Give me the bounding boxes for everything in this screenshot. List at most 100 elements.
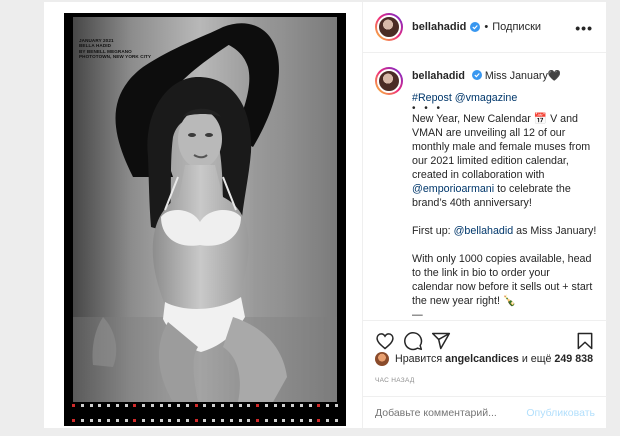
verified-badge-icon	[471, 70, 482, 80]
caption-line: monthly male and female muses from	[412, 141, 591, 153]
likes-middle: и ещё	[521, 353, 552, 365]
calendar-day-tick	[72, 419, 75, 422]
caption-line: VMAN are unveiling all 12 of our	[412, 127, 566, 139]
heart-icon[interactable]	[375, 331, 395, 351]
share-icon[interactable]	[431, 331, 451, 351]
caption-line: to the link in bio to order your	[412, 267, 550, 279]
mention-emporioarmani[interactable]: @emporioarmani	[412, 183, 494, 195]
comment-icon[interactable]	[403, 331, 423, 351]
calendar-day-tick	[308, 419, 312, 422]
calendar-day-tick	[80, 404, 84, 407]
bookmark-icon[interactable]	[575, 331, 595, 351]
calendar-day-tick	[115, 419, 119, 422]
caption-line: our 2021 limited edition calendar,	[412, 155, 569, 167]
caption-line: calendar now before it sells out + start	[412, 281, 593, 293]
calendar-day-mark	[211, 404, 216, 422]
post-timestamp[interactable]: час назад	[375, 377, 415, 384]
calendar-day-mark	[71, 404, 76, 422]
header-separator: •	[484, 21, 489, 33]
calendar-day-mark	[299, 404, 304, 422]
post-comment-button[interactable]: Опубликовать	[526, 407, 595, 419]
caption-line: brand’s 40th anniversary!	[412, 197, 532, 209]
calendar-credits: JANUARY 2021 BELLA HADID BY BENELL MEGRA…	[79, 38, 151, 60]
calendar-day-tick	[185, 419, 189, 422]
header-username[interactable]: bellahadid	[412, 21, 466, 33]
calendar-day-tick	[203, 419, 207, 422]
calendar-day-tick	[229, 404, 233, 407]
calendar-day-mark	[290, 404, 295, 422]
calendar-day-tick	[142, 419, 146, 422]
avatar-image	[377, 15, 401, 39]
calendar-day-tick	[247, 404, 251, 407]
calendar-day-mark	[194, 404, 199, 422]
calendar-day-mark	[281, 404, 286, 422]
caption-paragraph-2: First up: @bellahadid as Miss January!	[412, 224, 596, 238]
calendar-day-tick	[247, 419, 251, 422]
calendar-day-mark	[80, 404, 85, 422]
calendar-day-mark	[238, 404, 243, 422]
calendar-day-tick	[159, 404, 163, 407]
calendar-day-tick	[273, 404, 277, 407]
calendar-day-tick	[98, 419, 102, 422]
avatar[interactable]	[375, 13, 403, 41]
calendar-day-tick	[177, 404, 181, 407]
calendar-day-tick	[177, 419, 181, 422]
calendar-day-tick	[72, 404, 75, 407]
calendar-day-tick	[212, 404, 216, 407]
calendar-day-mark	[202, 404, 207, 422]
post-media[interactable]: JANUARY 2021 BELLA HADID BY BENELL MEGRA…	[44, 2, 362, 428]
calendar-day-mark	[273, 404, 278, 422]
calendar-day-tick	[124, 404, 128, 407]
calendar-day-tick	[326, 419, 330, 422]
following-button[interactable]: Подписки	[492, 21, 541, 33]
caption-text: as Miss January!	[513, 225, 597, 237]
calendar-day-tick	[212, 419, 216, 422]
calendar-day-tick	[326, 404, 330, 407]
calendar-day-tick	[229, 419, 233, 422]
likes-count[interactable]: 249 838	[554, 353, 593, 365]
avatar-image	[377, 69, 401, 93]
calendar-photo: JANUARY 2021 BELLA HADID BY BENELL MEGRA…	[73, 17, 337, 402]
caption-username[interactable]: bellahadid	[412, 70, 465, 82]
likes-summary: Нравится angelcandices и ещё 249 838	[375, 352, 593, 366]
calendar-day-tick	[221, 419, 225, 422]
calendar-day-tick	[107, 404, 111, 407]
more-options-icon[interactable]: •••	[575, 20, 593, 36]
caption-title: Miss January	[484, 70, 548, 82]
calendar-day-tick	[89, 419, 93, 422]
calendar-day-tick	[142, 404, 146, 407]
page-background: JANUARY 2021 BELLA HADID BY BENELL MEGRA…	[0, 0, 620, 436]
calendar-day-tick	[256, 404, 260, 407]
mention-bellahadid[interactable]: @bellahadid	[454, 225, 514, 237]
post-modal: JANUARY 2021 BELLA HADID BY BENELL MEGRA…	[44, 2, 607, 428]
calendar-day-mark	[185, 404, 190, 422]
verified-badge-icon	[470, 22, 481, 32]
calendar-day-tick	[80, 419, 84, 422]
comment-input[interactable]	[375, 406, 527, 419]
caption-line-rest: to celebrate the	[494, 183, 571, 195]
calendar-day-tick	[150, 419, 154, 422]
comment-bar: Опубликовать	[363, 396, 607, 428]
calendar-image: JANUARY 2021 BELLA HADID BY BENELL MEGRA…	[64, 13, 346, 426]
calendar-day-tick	[256, 419, 260, 422]
caption-line: created in collaboration with	[412, 169, 545, 181]
calendar-day-tick	[264, 419, 268, 422]
calendar-day-mark	[167, 404, 172, 422]
caption-avatar[interactable]	[375, 67, 403, 95]
calendar-day-tick	[124, 419, 128, 422]
calendar-day-tick	[159, 419, 163, 422]
calendar-day-mark	[316, 404, 321, 422]
caption-line: @emporioarmani to celebrate the	[412, 182, 592, 196]
calendar-day-tick	[273, 419, 277, 422]
caption: bellahadid Miss January🖤 #Repost @vmagaz…	[363, 53, 607, 320]
calendar-day-tick	[203, 404, 207, 407]
calendar-day-mark	[106, 404, 111, 422]
calendar-day-tick	[133, 404, 137, 407]
calendar-day-mark	[124, 404, 129, 422]
calendar-day-mark	[115, 404, 120, 422]
calendar-day-mark	[176, 404, 181, 422]
caption-paragraph-3: With only 1000 copies available, head to…	[412, 252, 592, 308]
liker-username[interactable]: angelcandices	[445, 353, 519, 365]
